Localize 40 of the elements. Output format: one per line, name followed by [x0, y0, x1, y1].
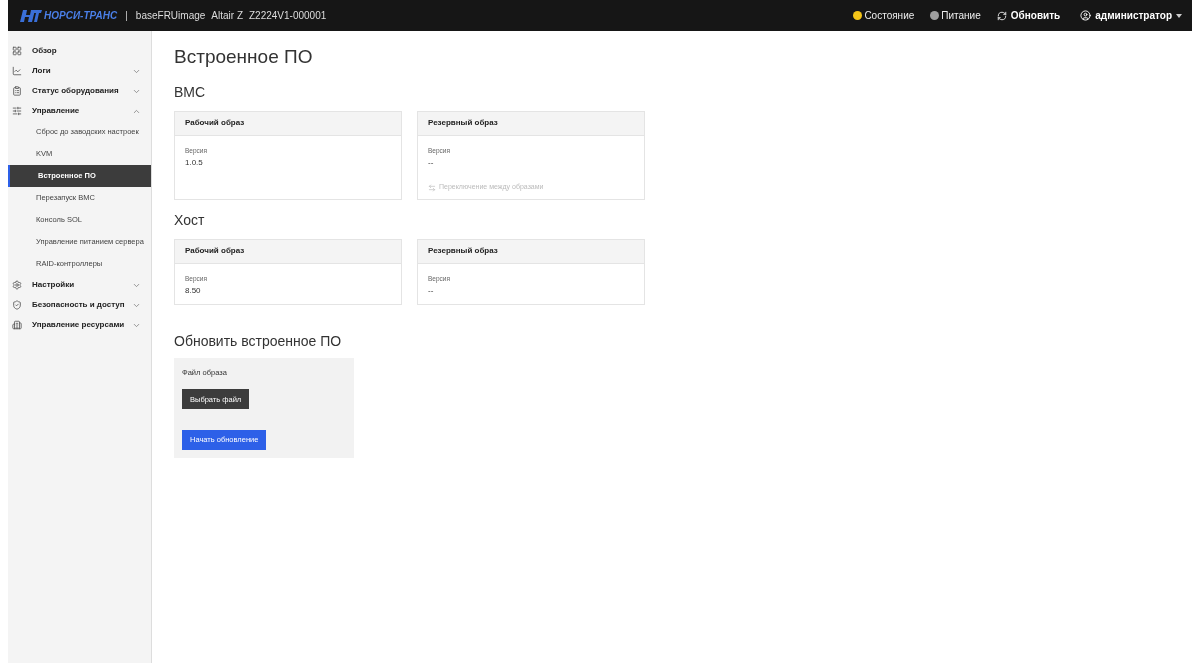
user-icon [1080, 10, 1092, 21]
sidebar-item[interactable]: Логи [8, 61, 151, 81]
sidebar-item[interactable]: Управление [8, 101, 151, 121]
logo-icon [20, 8, 42, 23]
status-button[interactable]: Состояние [853, 8, 915, 23]
shield-check-icon [12, 300, 22, 310]
sidebar-item[interactable]: Безопасность и доступ [8, 295, 151, 315]
device-info-text: baseFRUimage [135, 9, 206, 23]
section-title: Обновить встроенное ПО [174, 331, 343, 351]
version-value: 8.50 [185, 285, 202, 298]
swap-arrows-icon [428, 183, 436, 192]
card-title: Рабочий образ [185, 117, 245, 129]
sliders-icon [12, 106, 22, 116]
refresh-button[interactable]: Обновить [996, 8, 1061, 23]
device-info-text: Altair Z [211, 9, 243, 23]
version-value: -- [428, 285, 435, 298]
sidebar-item[interactable]: Настройки [8, 275, 151, 295]
clipboard-icon [12, 86, 22, 96]
sidebar-item[interactable]: Статус оборудования [8, 81, 151, 101]
logo-text: НОРСИ-ТРАНС [44, 9, 118, 23]
refresh-icon [996, 10, 1007, 21]
building-icon [12, 320, 22, 330]
device-info-text: Z2224V1-000001 [249, 9, 327, 23]
status-button[interactable]: Питание [930, 8, 981, 23]
user-menu-button[interactable]: администратор [1080, 8, 1182, 23]
caret-icon [1176, 13, 1182, 18]
section-title: BMC [174, 82, 207, 102]
separator-text: | [125, 9, 128, 23]
version-value: 1.0.5 [185, 157, 204, 170]
sidebar-item[interactable]: Управление ресурсами [8, 315, 151, 335]
grid-icon [12, 46, 22, 56]
chart-icon [12, 66, 22, 76]
version-value: -- [428, 157, 435, 170]
card-title: Рабочий образ [185, 245, 245, 257]
sidebar-item[interactable]: Обзор [8, 41, 151, 61]
section-title: Хост [174, 210, 206, 230]
card-title: Резервный образ [428, 117, 498, 129]
page-title: Встроенное ПО [174, 45, 314, 69]
card-title: Резервный образ [428, 245, 498, 257]
settings-icon [12, 280, 22, 290]
